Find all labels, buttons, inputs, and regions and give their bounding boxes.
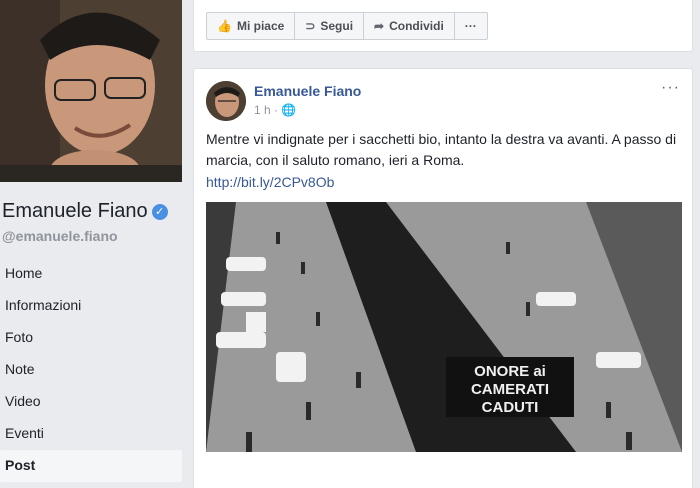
nav-item-foto[interactable]: Foto <box>0 322 182 354</box>
profile-picture[interactable] <box>0 0 182 182</box>
banner-line-1: ONORE ai <box>474 363 546 380</box>
nav-item-note[interactable]: Note <box>0 354 182 386</box>
left-column: Emanuele Fiano ✓ @emanuele.fiano Home Inf… <box>0 0 190 488</box>
more-icon: ··· <box>464 19 477 33</box>
page-name[interactable]: Emanuele Fiano ✓ <box>2 200 168 223</box>
follow-label: Segui <box>320 19 354 33</box>
post-author[interactable]: Emanuele Fiano <box>254 83 361 99</box>
globe-icon: 🌐 <box>281 103 297 117</box>
more-actions-button[interactable]: ··· <box>453 12 488 40</box>
rss-icon: ⊃ <box>305 19 316 33</box>
nav-item-home[interactable]: Home <box>0 258 182 290</box>
follow-button[interactable]: ⊃ Segui <box>294 12 365 40</box>
nav-item-informazioni[interactable]: Informazioni <box>0 290 182 322</box>
like-label: Mi piace <box>236 19 285 33</box>
nav-item-eventi[interactable]: Eventi <box>0 418 182 450</box>
post-link[interactable]: http://bit.ly/2CPv8Ob <box>206 174 334 190</box>
page-name-text: Emanuele Fiano <box>2 200 148 222</box>
action-buttons: 👍 Mi piace ⊃ Segui ➦ Condividi ··· <box>206 12 488 40</box>
banner-line-3: CADUTI <box>482 399 539 416</box>
avatar-image <box>206 81 246 121</box>
verified-badge-icon: ✓ <box>151 204 168 220</box>
post-time[interactable]: 1 h <box>254 103 271 117</box>
page-nav: Home Informazioni Foto Note Video Eventi… <box>0 258 182 482</box>
author-avatar[interactable] <box>206 81 246 121</box>
nav-item-post[interactable]: Post <box>0 450 182 482</box>
post-card: Emanuele Fiano 1 h · 🌐 ··· Mentre vi ind… <box>193 68 693 488</box>
share-label: Condividi <box>389 19 444 33</box>
page-actions-bar: 👍 Mi piace ⊃ Segui ➦ Condividi ··· <box>193 0 693 52</box>
share-arrow-icon: ➦ <box>374 19 385 33</box>
post-meta: 1 h · 🌐 <box>254 103 297 117</box>
nav-item-video[interactable]: Video <box>0 386 182 418</box>
thumbs-up-icon: 👍 <box>217 19 232 33</box>
page-handle[interactable]: @emanuele.fiano <box>2 228 118 244</box>
post-options-button[interactable]: ··· <box>661 79 680 97</box>
post-photo[interactable]: ONORE ai CAMERATI CADUTI <box>206 202 682 452</box>
post-text: Mentre vi indignate per i sacchetti bio,… <box>206 131 677 168</box>
share-button[interactable]: ➦ Condividi <box>363 12 455 40</box>
profile-photo <box>0 0 182 182</box>
like-button[interactable]: 👍 Mi piace <box>206 12 296 40</box>
march-photo: ONORE ai CAMERATI CADUTI <box>206 202 682 452</box>
banner-line-2: CAMERATI <box>471 381 549 398</box>
